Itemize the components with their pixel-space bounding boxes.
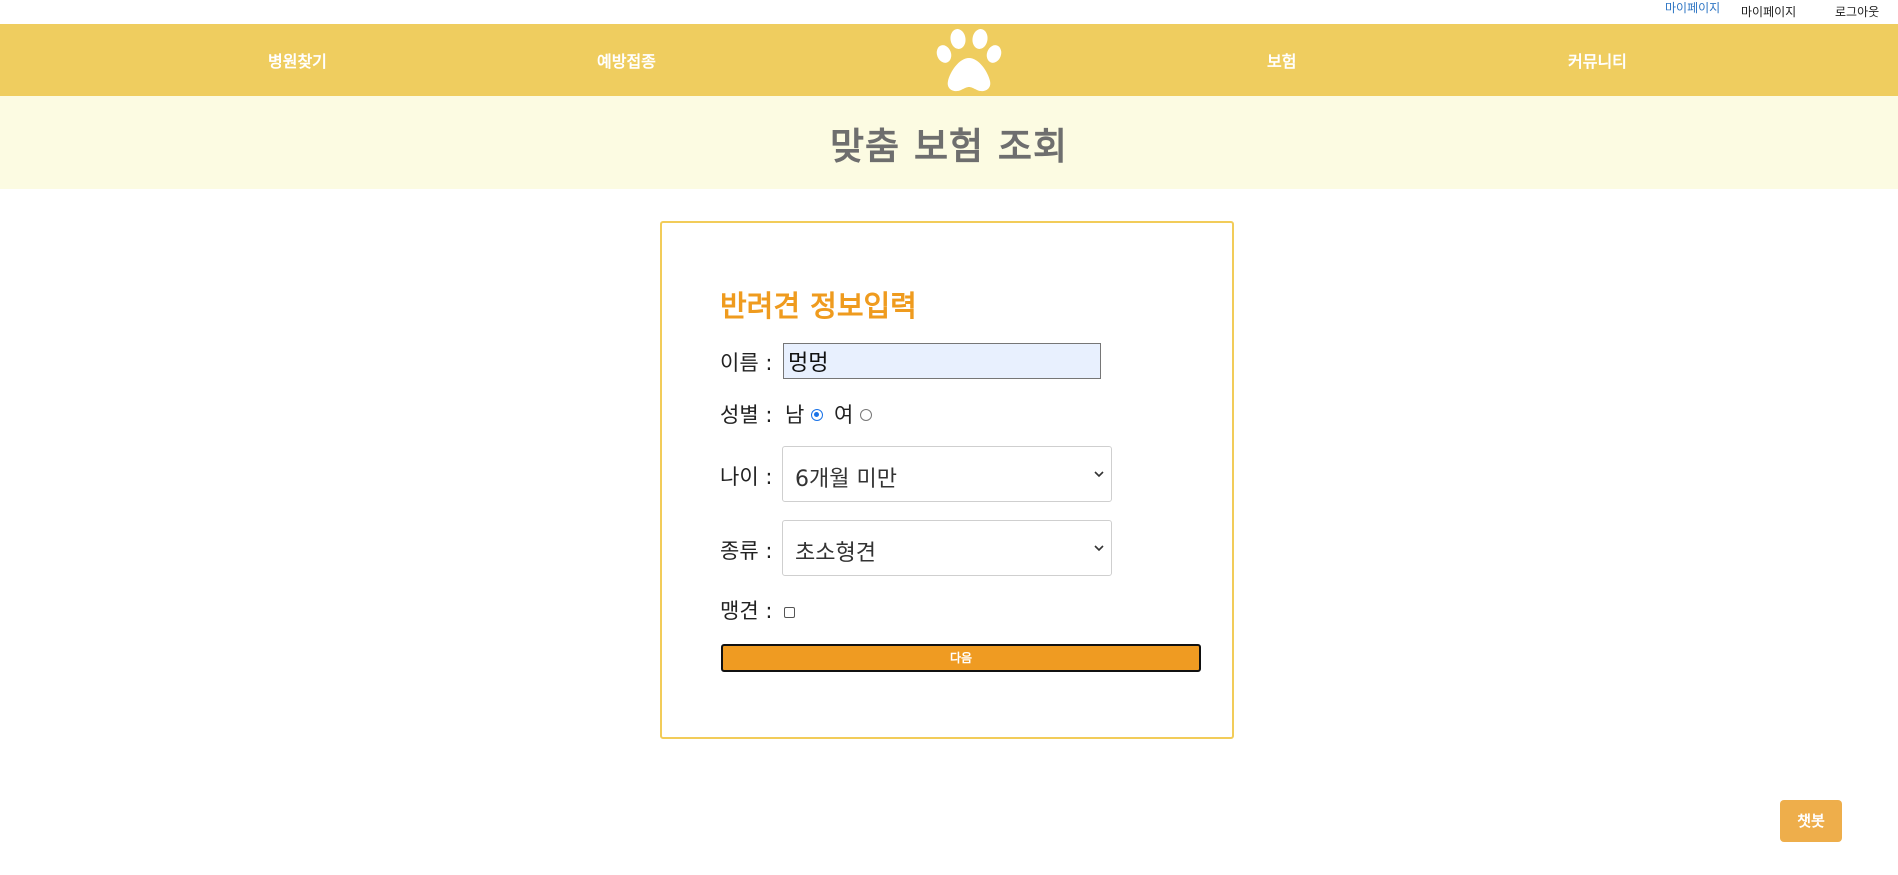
gender-male-label: 남	[785, 403, 805, 427]
paw-icon[interactable]	[933, 27, 1005, 95]
mypage-link[interactable]: 마이페이지	[1741, 3, 1796, 20]
next-button[interactable]: 다음	[721, 644, 1201, 672]
gender-female-label: 여	[834, 403, 854, 427]
age-select-value: 6개월 미만	[795, 467, 897, 492]
main-nav: 병원찾기 예방접종 보험 커뮤니티	[0, 24, 1898, 96]
name-label: 이름 :	[720, 351, 773, 375]
form-heading: 반려견 정보입력	[720, 289, 917, 323]
pet-info-form-card: 반려견 정보입력 이름 : 성별 : 남 여 나이 : 6개월 미만 종류 : …	[660, 221, 1234, 739]
chatbot-button[interactable]: 챗봇	[1780, 800, 1842, 842]
page-title: 맞춤 보험 조회	[829, 125, 1068, 168]
fierce-dog-label: 맹견 :	[720, 599, 773, 623]
chevron-down-icon	[1094, 545, 1104, 552]
gender-male-radio[interactable]	[811, 409, 823, 421]
top-utility-bar: 마이페이지 마이페이지 로그아웃	[0, 0, 1898, 24]
title-band: 맞춤 보험 조회	[0, 96, 1898, 189]
age-label: 나이 :	[720, 465, 773, 489]
gender-label: 성별 :	[720, 403, 773, 427]
kind-select-value: 초소형견	[795, 541, 876, 566]
nav-hospital-search[interactable]: 병원찾기	[268, 48, 327, 72]
nav-insurance[interactable]: 보험	[1267, 48, 1296, 72]
nav-vaccination[interactable]: 예방접종	[597, 48, 656, 72]
kind-select[interactable]: 초소형견	[782, 520, 1112, 576]
age-select[interactable]: 6개월 미만	[782, 446, 1112, 502]
kind-label: 종류 :	[720, 539, 773, 563]
chevron-down-icon	[1094, 471, 1104, 478]
gender-female-radio[interactable]	[860, 409, 872, 421]
mypage-link-highlight[interactable]: 마이페이지	[1665, 0, 1720, 16]
nav-community[interactable]: 커뮤니티	[1568, 48, 1627, 72]
name-input[interactable]	[783, 343, 1101, 379]
fierce-dog-checkbox[interactable]	[784, 607, 795, 618]
logout-link[interactable]: 로그아웃	[1835, 3, 1879, 20]
